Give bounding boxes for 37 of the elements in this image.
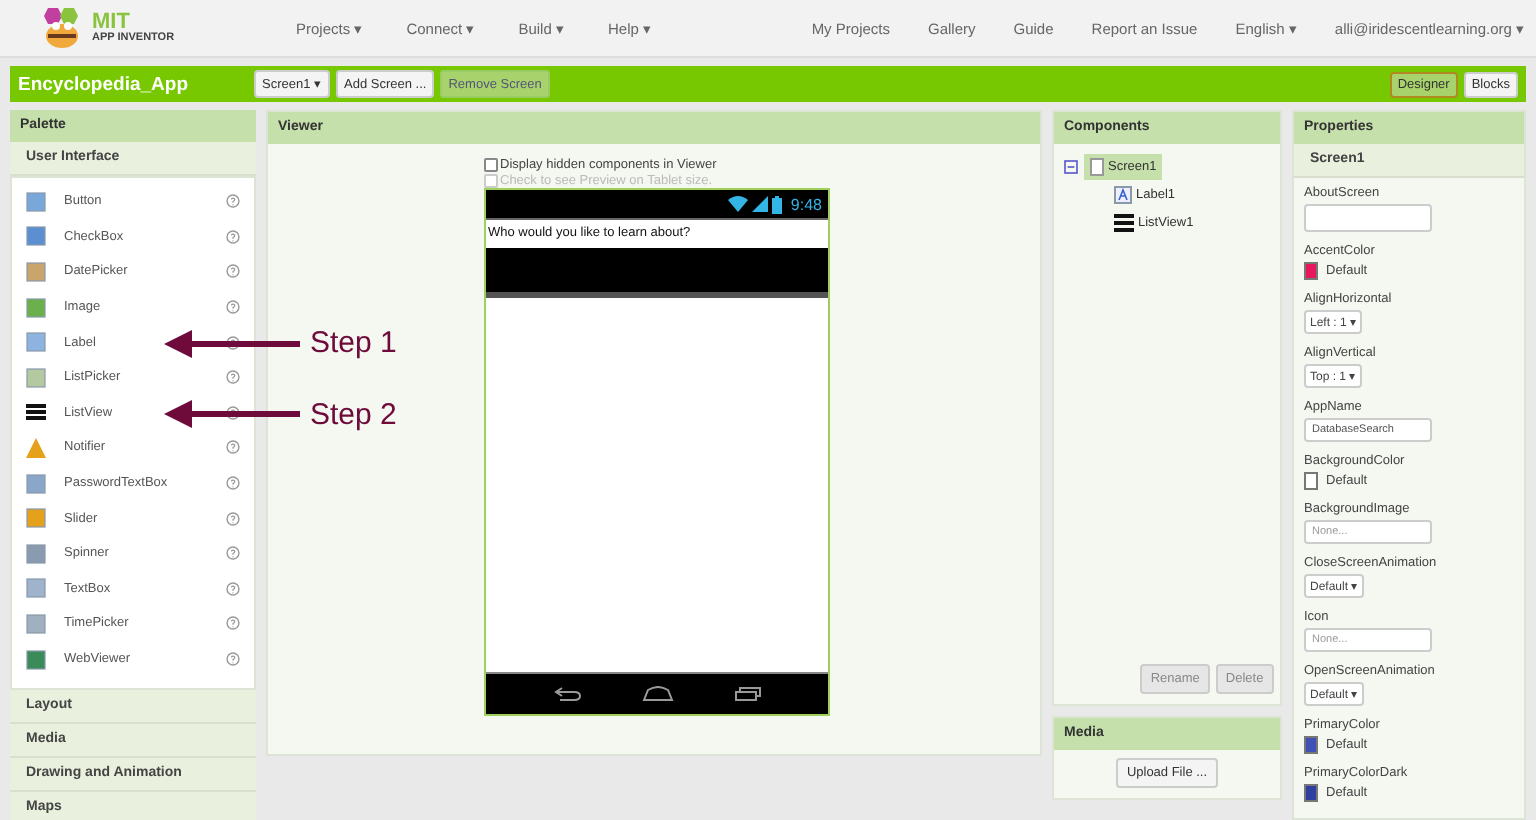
component-icon: [26, 332, 46, 353]
annotation-label: Step 2: [310, 397, 397, 432]
component-icon: [26, 613, 46, 634]
component-icon: [26, 649, 46, 670]
battery-icon: [772, 195, 783, 213]
annotation-arrow: [164, 329, 300, 358]
component-icon: [26, 297, 46, 318]
color-swatch[interactable]: [1304, 262, 1318, 280]
component-icon: [26, 473, 46, 494]
component-icon: [26, 367, 46, 388]
annotation-arrow: [164, 400, 300, 429]
component-icon: [26, 261, 46, 282]
status-time: 9:48: [790, 195, 822, 213]
label-icon: [1114, 185, 1132, 203]
component-icon: [26, 402, 46, 423]
collapse-icon[interactable]: [1064, 159, 1078, 173]
list-icon: [1114, 213, 1134, 231]
screen-icon: [1090, 157, 1104, 175]
color-swatch[interactable]: [1304, 736, 1318, 754]
component-icon: [26, 191, 46, 212]
component-icon: [26, 437, 46, 458]
home-icon: [641, 686, 673, 702]
back-icon: [553, 686, 581, 702]
recents-icon: [733, 686, 761, 702]
color-swatch[interactable]: [1304, 472, 1318, 490]
component-icon: [26, 578, 46, 599]
annotation-label: Step 1: [310, 326, 397, 361]
color-swatch[interactable]: [1304, 784, 1318, 802]
signal-icon: [752, 196, 769, 212]
checkbox[interactable]: [484, 157, 498, 171]
component-icon: [26, 226, 46, 247]
component-icon: [26, 508, 46, 529]
wifi-icon: [728, 196, 749, 212]
project-name: Encyclopedia_App: [18, 73, 190, 95]
component-icon: [26, 543, 46, 564]
text-area[interactable]: [1304, 204, 1432, 232]
logo-title: MIT: [92, 11, 130, 34]
